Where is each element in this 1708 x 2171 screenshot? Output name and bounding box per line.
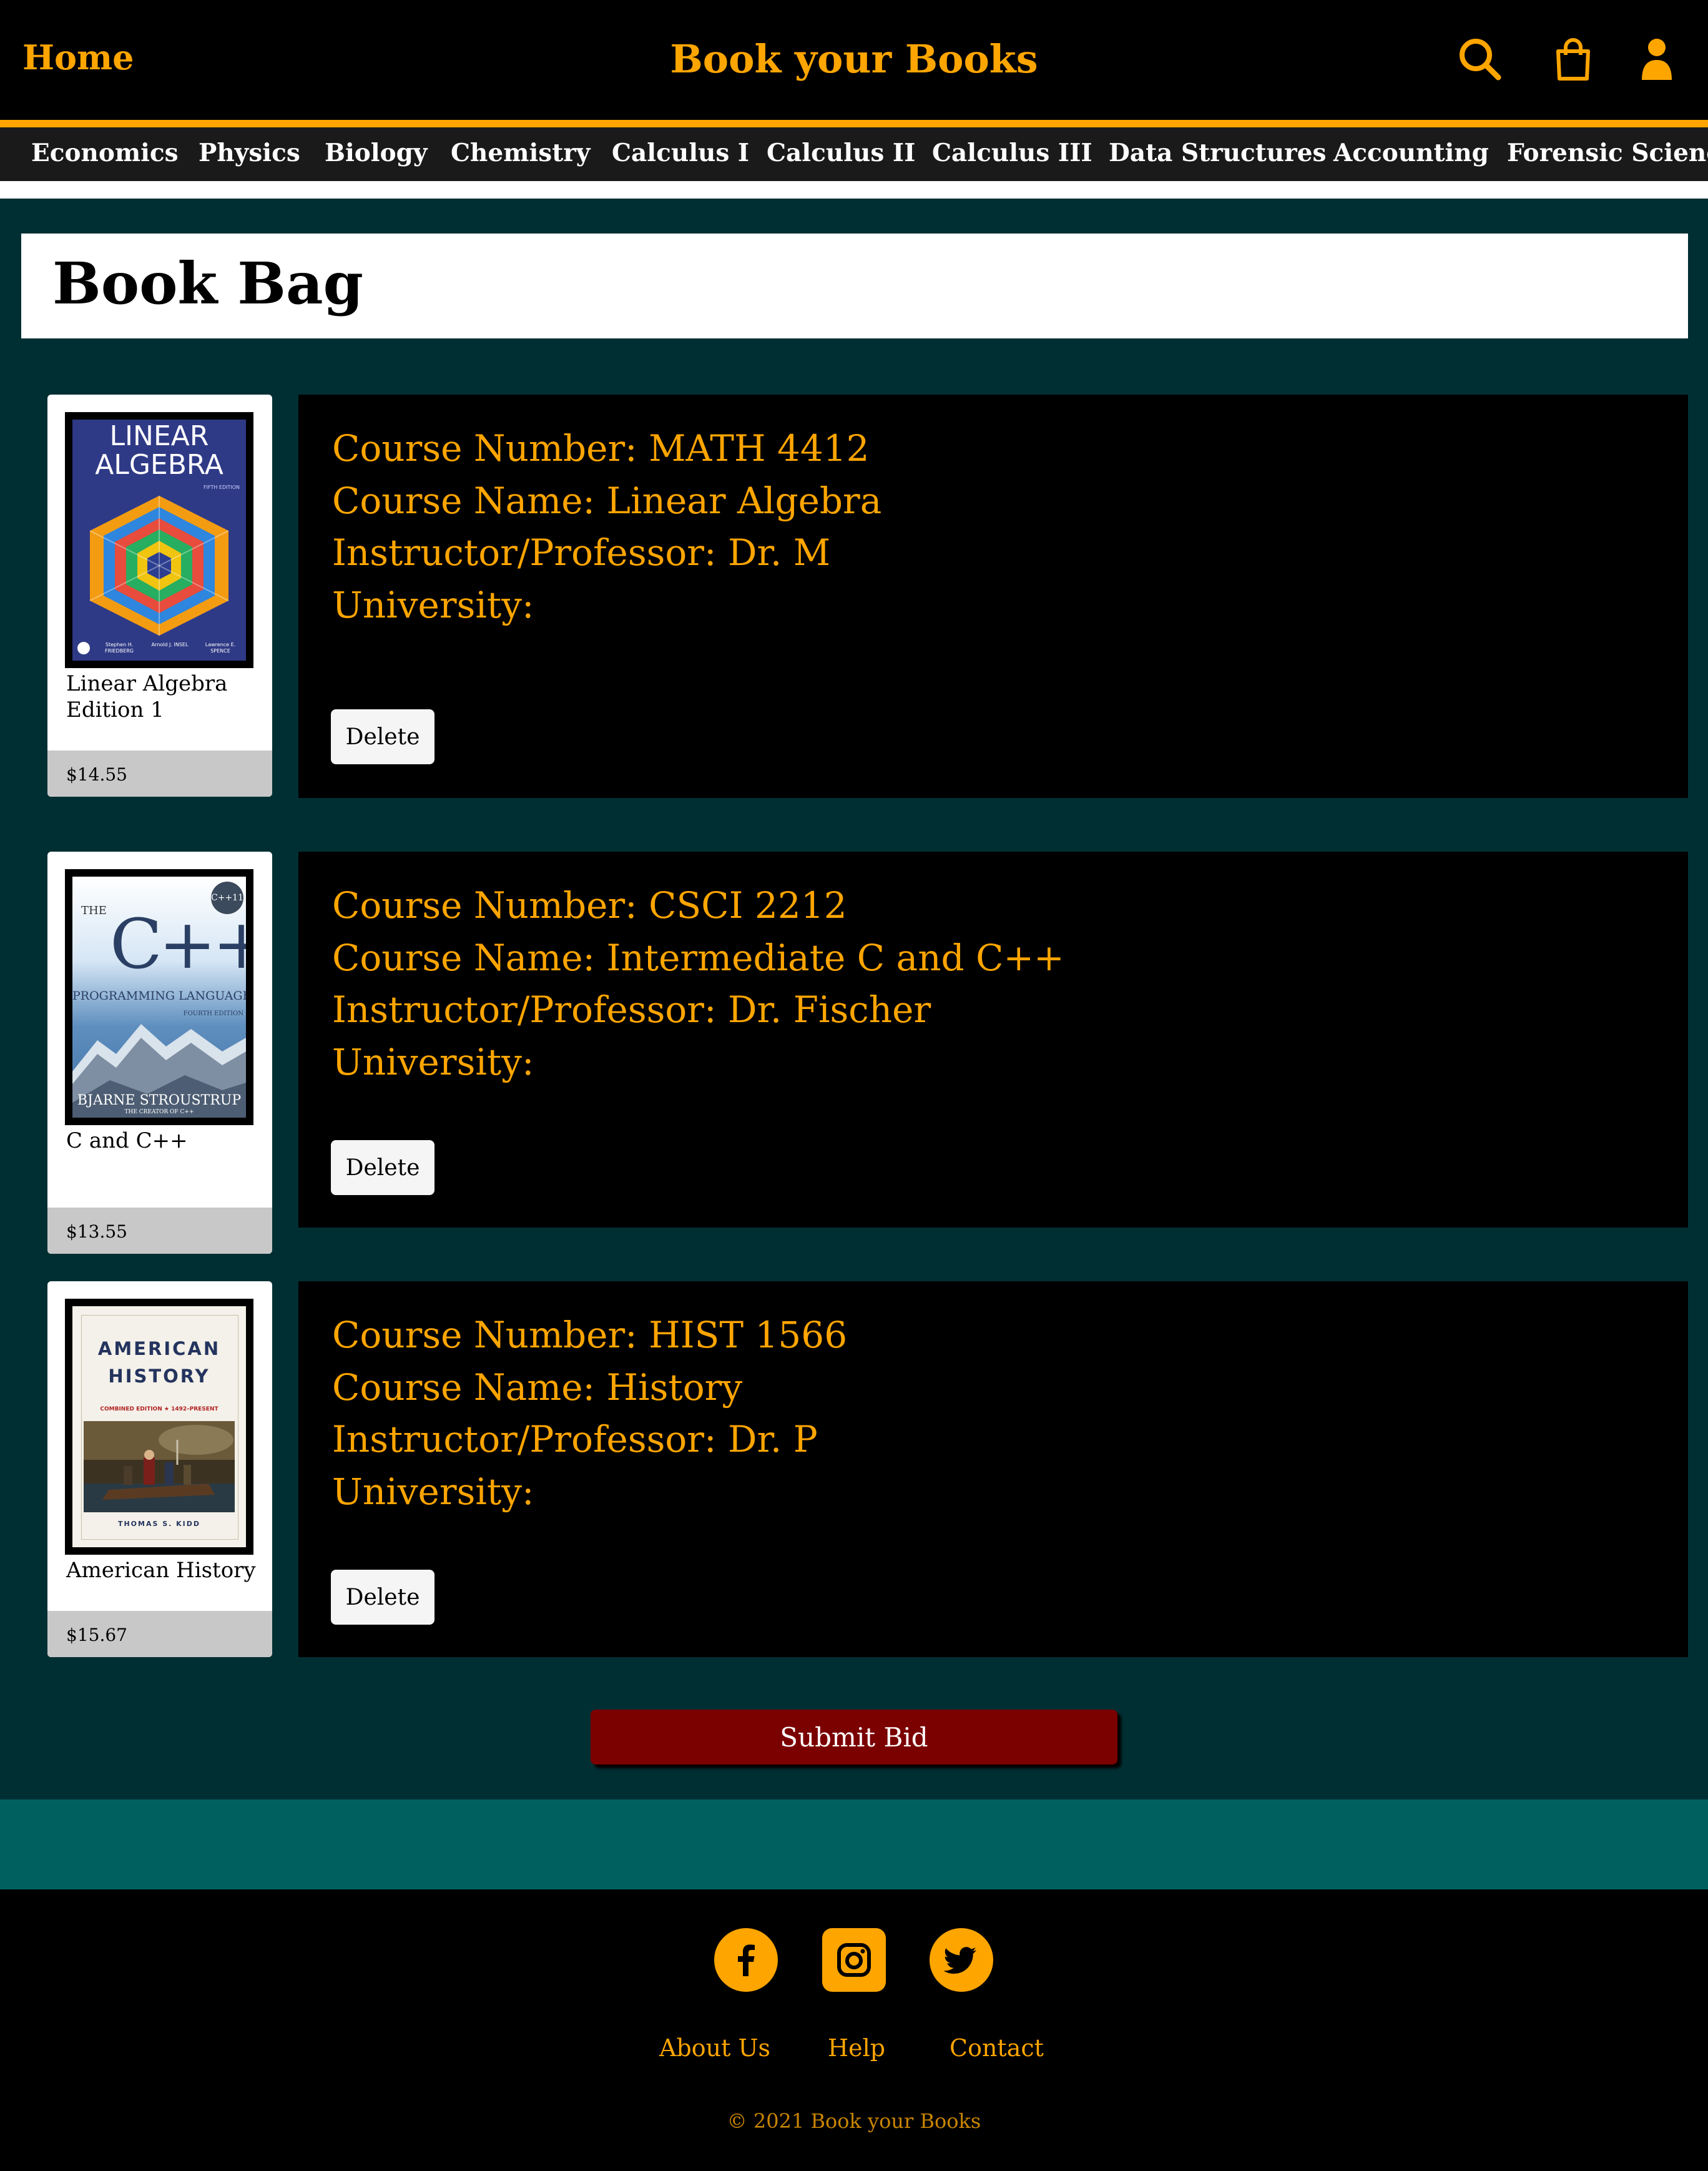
category-accounting[interactable]: Accounting — [1333, 139, 1489, 167]
footer-link-help[interactable]: Help — [828, 2034, 885, 2062]
book-cover-image: LINEAR ALGEBRA FIFTH EDITION Stephen H. … — [65, 412, 253, 668]
cover-title: C++ — [110, 904, 246, 984]
cover-author: Stephen H. FRIEDBERG — [104, 642, 134, 654]
cover-title-line: ALGEBRA — [95, 449, 223, 481]
book-card[interactable]: AMERICAN HISTORY COMBINED EDITION ★ 1492… — [47, 1281, 272, 1657]
facebook-icon[interactable] — [714, 1928, 778, 1992]
category-calculus-1[interactable]: Calculus I — [612, 139, 749, 167]
category-biology[interactable]: Biology — [325, 139, 428, 167]
course-info-panel: Course Number: HIST 1566 Course Name: Hi… — [298, 1281, 1688, 1657]
university: University: — [332, 1041, 534, 1083]
submit-bid-button[interactable]: Submit Bid — [591, 1710, 1117, 1765]
price-bar: $13.55 — [47, 1208, 272, 1254]
course-number: Course Number: MATH 4412 — [332, 427, 870, 470]
twitter-icon[interactable] — [930, 1928, 993, 1992]
instructor: Instructor/Professor: Dr. M — [332, 531, 831, 574]
cover-title-line: HISTORY — [108, 1366, 210, 1387]
course-name: Course Name: Linear Algebra — [332, 480, 882, 522]
delete-button[interactable]: Delete — [331, 1570, 434, 1625]
cover-title-line: LINEAR — [109, 420, 209, 452]
footer: About Us Help Contact © 2021 Book your B… — [0, 1889, 1708, 2171]
course-name: Course Name: History — [332, 1366, 743, 1409]
nav-divider — [0, 181, 1708, 199]
category-data-structures[interactable]: Data Structures — [1109, 139, 1326, 167]
book-cover-image: AMERICAN HISTORY COMBINED EDITION ★ 1492… — [65, 1299, 253, 1555]
top-header: Home Book your Books — [0, 0, 1708, 120]
cover-painting-art — [84, 1421, 235, 1512]
price-bar: $15.67 — [47, 1611, 272, 1657]
instagram-icon[interactable] — [822, 1928, 886, 1992]
header-divider — [0, 120, 1708, 127]
cover-edition: FIFTH EDITION — [204, 485, 240, 490]
category-calculus-2[interactable]: Calculus II — [767, 139, 915, 167]
cover-author-subtitle: THE CREATOR OF C++ — [124, 1109, 194, 1115]
footer-link-contact[interactable]: Contact — [950, 2034, 1044, 2062]
cover-author: THOMAS S. KIDD — [117, 1520, 201, 1528]
page-title: Book Bag — [52, 250, 363, 317]
book-price: $13.55 — [66, 1221, 127, 1242]
footer-link-about-us[interactable]: About Us — [659, 2034, 770, 2062]
cover-author: Lawrence E. SPENCE — [205, 642, 236, 654]
book-title: Linear Algebra Edition 1 — [66, 671, 228, 722]
bag-title-panel: Book Bag — [21, 234, 1688, 338]
category-chemistry[interactable]: Chemistry — [451, 139, 590, 167]
book-card[interactable]: LINEAR ALGEBRA FIFTH EDITION Stephen H. … — [47, 395, 272, 797]
book-title: C and C++ — [66, 1128, 188, 1153]
book-price: $15.67 — [66, 1625, 127, 1645]
book-price: $14.55 — [66, 764, 127, 785]
category-physics[interactable]: Physics — [199, 139, 300, 167]
course-number: Course Number: CSCI 2212 — [332, 884, 847, 927]
category-nav: Economics Physics Biology Chemistry Calc… — [0, 127, 1708, 181]
cover-edition: COMBINED EDITION ★ 1492–PRESENT — [100, 1406, 218, 1412]
cover-author: BJARNE STROUSTRUP — [77, 1093, 242, 1108]
instructor: Instructor/Professor: Dr. Fischer — [332, 988, 931, 1031]
cover-title-line: AMERICAN — [97, 1338, 221, 1359]
instructor: Instructor/Professor: Dr. P — [332, 1418, 818, 1460]
publisher-logo-icon — [77, 642, 90, 654]
cover-title-prefix: THE — [81, 904, 107, 917]
delete-button[interactable]: Delete — [331, 1140, 434, 1195]
footer-band — [0, 1799, 1708, 1889]
cover-subtitle: PROGRAMMING LANGUAGE — [72, 989, 246, 1003]
user-icon[interactable] — [1634, 36, 1679, 81]
site-title: Book your Books — [670, 36, 1038, 82]
category-economics[interactable]: Economics — [31, 139, 179, 167]
course-number: Course Number: HIST 1566 — [332, 1314, 848, 1356]
university: University: — [332, 584, 534, 626]
book-title: American History — [66, 1558, 256, 1583]
university: University: — [332, 1470, 534, 1513]
shopping-bag-icon[interactable] — [1551, 36, 1596, 81]
course-name: Course Name: Intermediate C and C++ — [332, 937, 1064, 979]
cover-artwork — [89, 496, 229, 636]
copyright-text: © 2021 Book your Books — [727, 2109, 981, 2133]
book-cover-image: C++11 THE C++ PROGRAMMING LANGUAGE FOURT… — [65, 869, 253, 1125]
category-calculus-3[interactable]: Calculus III — [932, 139, 1092, 167]
category-forensic-science[interactable]: Forensic Science — [1507, 139, 1708, 167]
course-info-panel: Course Number: MATH 4412 Course Name: Li… — [298, 395, 1688, 798]
home-link[interactable]: Home — [22, 37, 134, 77]
price-bar: $14.55 — [47, 751, 272, 797]
course-info-panel: Course Number: CSCI 2212 Course Name: In… — [298, 852, 1688, 1228]
delete-button[interactable]: Delete — [331, 709, 434, 764]
cover-author: Arnold J. INSEL — [151, 642, 189, 647]
search-icon[interactable] — [1457, 36, 1502, 81]
book-card[interactable]: C++11 THE C++ PROGRAMMING LANGUAGE FOURT… — [47, 852, 272, 1254]
